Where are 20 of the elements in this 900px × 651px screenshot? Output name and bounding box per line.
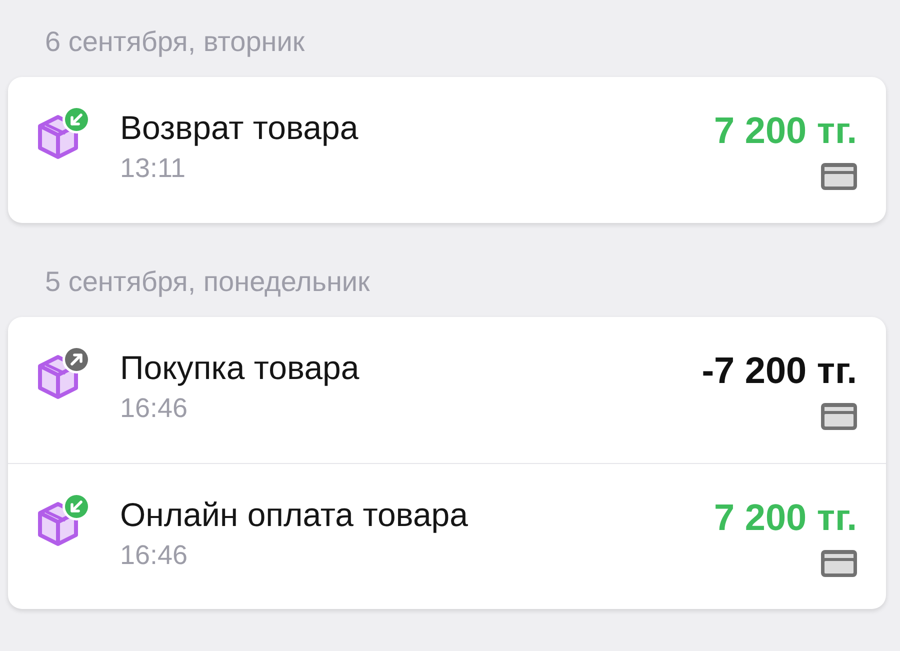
operation-title: Возврат товара bbox=[120, 109, 358, 147]
operation-amount: 7 200 тг. bbox=[714, 110, 857, 152]
operation-title: Онлайн оплата товара bbox=[120, 496, 468, 534]
operation-amount: 7 200 тг. bbox=[714, 497, 857, 539]
package-icon bbox=[38, 355, 78, 399]
date-header: 6 сентября, вторник bbox=[45, 25, 305, 59]
arrow-down-left-icon bbox=[65, 495, 88, 518]
operation-time: 16:46 bbox=[120, 392, 188, 424]
credit-card-icon bbox=[821, 163, 857, 190]
credit-card-icon bbox=[821, 550, 857, 577]
package-icon bbox=[38, 502, 78, 546]
operation-time: 13:11 bbox=[120, 152, 186, 184]
operation-amount: -7 200 тг. bbox=[702, 350, 857, 392]
package-icon bbox=[38, 115, 78, 159]
date-header: 5 сентября, понедельник bbox=[45, 265, 370, 299]
operation-title: Покупка товара bbox=[120, 349, 360, 387]
credit-card-icon bbox=[821, 403, 857, 430]
arrow-down-left-icon bbox=[65, 108, 88, 131]
operation-time: 16:46 bbox=[120, 539, 188, 571]
arrow-up-right-icon bbox=[65, 348, 88, 371]
